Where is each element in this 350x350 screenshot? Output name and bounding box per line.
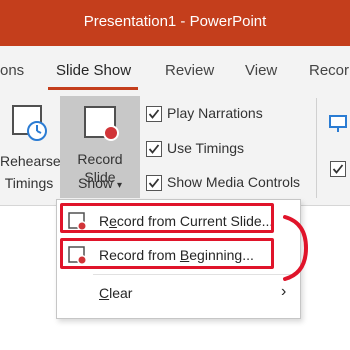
checkmark-icon xyxy=(148,109,160,119)
tab-view[interactable]: View xyxy=(245,62,277,79)
submenu-arrow-icon: › xyxy=(281,283,287,300)
tab-review[interactable]: Review xyxy=(165,62,214,79)
rehearse-timings-button[interactable]: Rehearse Timings xyxy=(0,100,61,198)
play-narrations-label: Play Narrations xyxy=(167,105,263,121)
active-tab-underline xyxy=(48,87,138,90)
rehearse-timings-icon xyxy=(12,105,47,141)
use-timings-label: Use Timings xyxy=(167,140,245,156)
play-narrations-checkbox[interactable] xyxy=(146,106,162,122)
tab-add-ins[interactable]: ons xyxy=(0,62,24,79)
highlight-box-current-slide xyxy=(60,203,274,233)
show-media-controls-checkbox[interactable] xyxy=(146,175,162,191)
ribbon-tab-bar: ons Slide Show Review View Recor xyxy=(0,46,350,92)
partial-option-checkbox[interactable] xyxy=(330,161,346,177)
record-label-line2: Show xyxy=(78,175,114,191)
clear-item[interactable]: Clear › xyxy=(57,278,300,308)
title-bar: Presentation1 - PowerPoint xyxy=(0,0,350,46)
tab-recording[interactable]: Recor xyxy=(309,62,349,79)
use-timings-checkbox[interactable] xyxy=(146,141,162,157)
ribbon-group-divider xyxy=(316,98,317,198)
window-title: Presentation1 - PowerPoint xyxy=(83,13,267,30)
highlight-box-beginning xyxy=(60,238,274,269)
checkmark-icon xyxy=(332,164,344,174)
monitor-icon[interactable] xyxy=(328,114,350,136)
tab-slide-show[interactable]: Slide Show xyxy=(56,62,131,79)
bracket-annotation xyxy=(283,215,309,281)
checkmark-icon xyxy=(148,178,160,188)
show-media-controls-label: Show Media Controls xyxy=(167,174,301,190)
checkmark-icon xyxy=(148,144,160,154)
record-slide-show-icon xyxy=(84,106,119,141)
chevron-down-icon: ▾ xyxy=(116,180,122,191)
rehearse-label-line2: Timings xyxy=(4,175,54,191)
record-label-line2-row: Show ▾ xyxy=(60,174,140,195)
menu-separator xyxy=(93,274,297,275)
clear-label: Clear xyxy=(99,285,133,301)
rehearse-label-line1: Rehearse xyxy=(0,153,61,169)
